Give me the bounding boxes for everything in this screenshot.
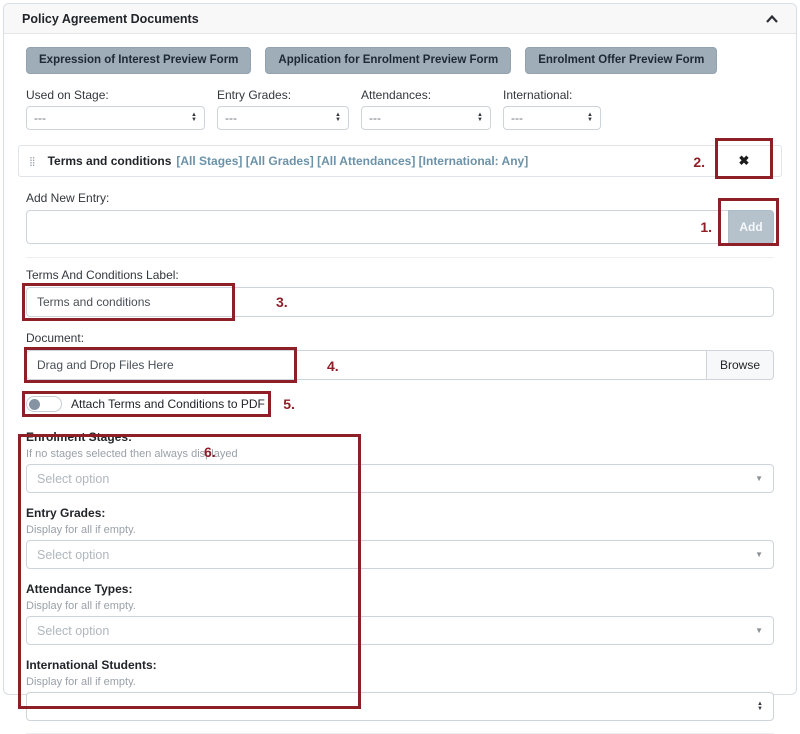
display-rules-sections: 6. Enrolment Stages: If no stages select… [26, 430, 774, 721]
expression-of-interest-preview-button[interactable]: Expression of Interest Preview Form [26, 47, 251, 74]
section-label: Attendance Types: [26, 582, 774, 596]
select-stepper-icon: ▲▼ [477, 113, 483, 123]
tc-label-input[interactable] [26, 287, 774, 317]
chevron-up-icon[interactable] [766, 15, 778, 23]
entry-tags: [All Stages] [All Grades] [All Attendanc… [176, 154, 528, 168]
international-students-select[interactable]: --- ▲▼ [26, 692, 774, 721]
section-label: International Students: [26, 658, 774, 672]
attach-pdf-toggle[interactable] [26, 396, 62, 412]
panel-body: Expression of Interest Preview Form Appl… [4, 34, 796, 734]
add-entry-input[interactable] [26, 210, 728, 244]
add-button[interactable]: Add [728, 210, 774, 244]
drag-handle-icon[interactable]: ⣿ [29, 157, 36, 166]
attach-pdf-toggle-row: 5. Attach Terms and Conditions to PDF [26, 396, 265, 412]
policy-agreement-panel: Policy Agreement Documents Expression of… [3, 3, 797, 695]
caret-down-icon: ▼ [755, 626, 763, 635]
enrolment-stages-select[interactable]: Select option ▼ [26, 464, 774, 493]
add-new-entry-label: Add New Entry: [26, 191, 774, 205]
caret-down-icon: ▼ [755, 550, 763, 559]
terms-entry-row: ⣿ Terms and conditions [All Stages] [All… [18, 145, 782, 177]
attach-pdf-toggle-label: Attach Terms and Conditions to PDF [71, 397, 265, 411]
annotation-number-2: 2. [693, 154, 705, 170]
section-helper: If no stages selected then always displa… [26, 448, 774, 460]
preview-buttons-row: Expression of Interest Preview Form Appl… [26, 47, 774, 74]
select-value: --- [37, 700, 49, 714]
divider [26, 257, 774, 258]
tc-label-heading: Terms And Conditions Label: [26, 268, 774, 282]
filter-label: International: [503, 88, 601, 102]
toggle-knob [29, 399, 40, 410]
select-value: --- [369, 111, 381, 125]
attendances-select[interactable]: --- ▲▼ [361, 106, 491, 130]
entry-grades-display-select[interactable]: Select option ▼ [26, 540, 774, 569]
filter-label: Entry Grades: [217, 88, 349, 102]
remove-icon[interactable]: ✖ [739, 153, 750, 169]
section-enrolment-stages: Enrolment Stages: If no stages selected … [26, 430, 774, 493]
filter-label: Attendances: [361, 88, 491, 102]
annotation-number-5: 5. [283, 396, 295, 412]
filter-international: International: --- ▲▼ [503, 88, 601, 130]
filter-entry-grades: Entry Grades: --- ▲▼ [217, 88, 349, 130]
section-international-students: International Students: Display for all … [26, 658, 774, 721]
application-for-enrolment-preview-button[interactable]: Application for Enrolment Preview Form [265, 47, 511, 74]
filter-label: Used on Stage: [26, 88, 205, 102]
caret-down-icon: ▼ [755, 474, 763, 483]
section-label: Enrolment Stages: [26, 430, 774, 444]
filter-row: Used on Stage: --- ▲▼ Entry Grades: --- … [26, 88, 774, 130]
international-select[interactable]: --- ▲▼ [503, 106, 601, 130]
filter-attendances: Attendances: --- ▲▼ [361, 88, 491, 130]
remove-entry-wrap: ✖ [717, 146, 771, 176]
section-label: Entry Grades: [26, 506, 774, 520]
panel-header[interactable]: Policy Agreement Documents [4, 4, 796, 34]
file-drop-text: Drag and Drop Files Here [27, 358, 706, 372]
select-stepper-icon: ▲▼ [191, 113, 197, 123]
select-placeholder: Select option [37, 624, 109, 638]
select-stepper-icon: ▲▼ [757, 702, 763, 712]
select-value: --- [511, 111, 523, 125]
section-attendance-types: Attendance Types: Display for all if emp… [26, 582, 774, 645]
panel-title: Policy Agreement Documents [22, 12, 199, 26]
section-helper: Display for all if empty. [26, 524, 774, 536]
entry-title: Terms and conditions [48, 154, 172, 168]
select-stepper-icon: ▲▼ [587, 113, 593, 123]
browse-button[interactable]: Browse [706, 351, 773, 379]
used-on-stage-select[interactable]: --- ▲▼ [26, 106, 205, 130]
document-label: Document: [26, 331, 774, 345]
section-helper: Display for all if empty. [26, 676, 774, 688]
select-value: --- [225, 111, 237, 125]
attendance-types-select[interactable]: Select option ▼ [26, 616, 774, 645]
file-drop-area[interactable]: 4. Drag and Drop Files Here Browse [26, 350, 774, 380]
select-stepper-icon: ▲▼ [335, 113, 341, 123]
select-placeholder: Select option [37, 548, 109, 562]
filter-used-on-stage: Used on Stage: --- ▲▼ [26, 88, 205, 130]
select-placeholder: Select option [37, 472, 109, 486]
add-entry-input-group: 1. Add [26, 210, 774, 244]
tc-label-input-wrap: 3. [26, 287, 774, 317]
add-button-wrap: Add [728, 210, 774, 244]
section-helper: Display for all if empty. [26, 600, 774, 612]
enrolment-offer-preview-button[interactable]: Enrolment Offer Preview Form [525, 47, 717, 74]
section-entry-grades: Entry Grades: Display for all if empty. … [26, 506, 774, 569]
entry-grades-select[interactable]: --- ▲▼ [217, 106, 349, 130]
select-value: --- [34, 111, 46, 125]
